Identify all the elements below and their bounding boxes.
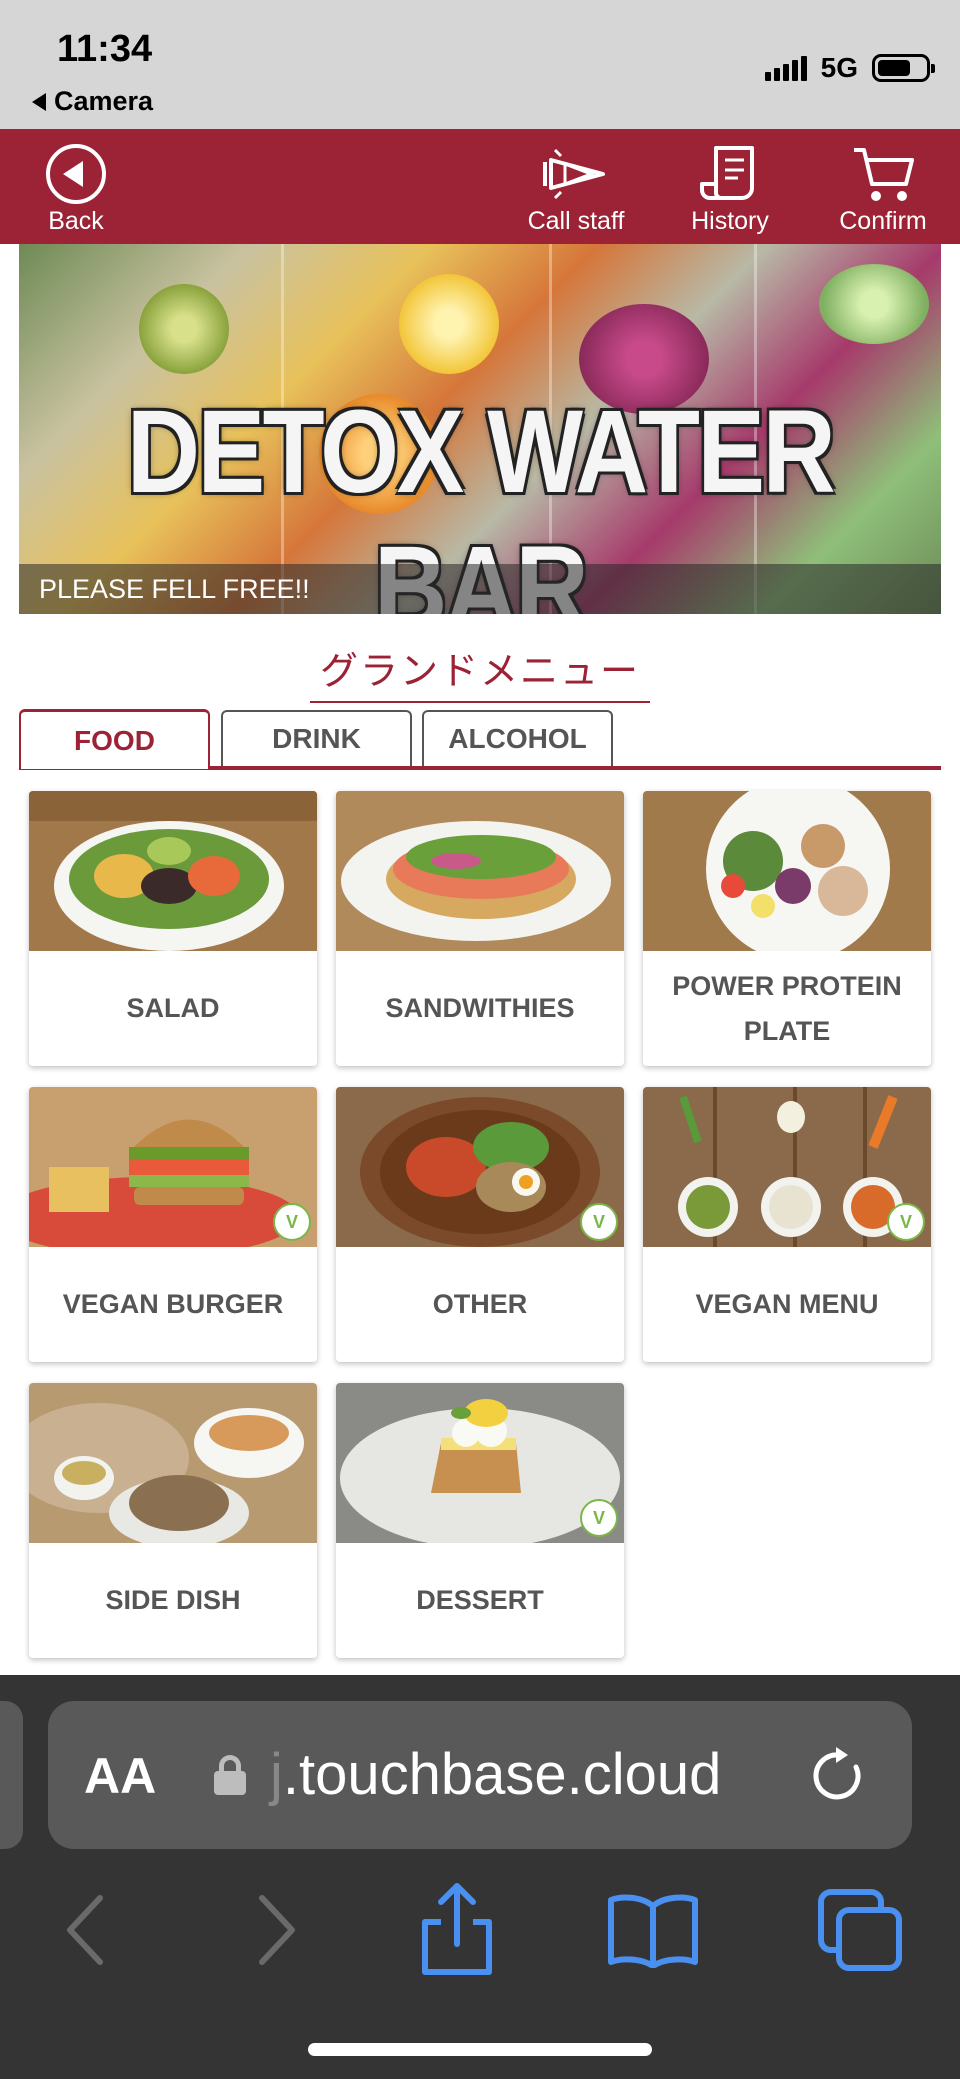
tab-drink[interactable]: DRINK bbox=[221, 710, 412, 766]
tab-alcohol[interactable]: ALCOHOL bbox=[422, 710, 613, 766]
bookmarks-icon[interactable] bbox=[598, 1875, 708, 1985]
menu-item-label: SIDE DISH bbox=[105, 1585, 241, 1615]
detox-water-bar-banner[interactable]: DETOX WATER BAR PLEASE FELL FREE!! bbox=[19, 244, 941, 614]
vegan-badge-icon: V bbox=[273, 1203, 311, 1241]
history-button[interactable]: History bbox=[680, 129, 780, 244]
back-to-app-link[interactable]: Camera bbox=[32, 86, 153, 117]
confirm-label: Confirm bbox=[839, 207, 927, 235]
home-indicator[interactable] bbox=[308, 2043, 652, 2056]
tabs-icon[interactable] bbox=[806, 1875, 916, 1985]
browser-forward-icon[interactable] bbox=[222, 1875, 332, 1985]
share-icon[interactable] bbox=[402, 1875, 512, 1985]
back-button[interactable]: Back bbox=[36, 129, 116, 244]
menu-item-dessert[interactable]: V DESSERT bbox=[336, 1383, 624, 1658]
url-faded-prefix: j bbox=[270, 1742, 283, 1807]
menu-item-label: VEGAN BURGER bbox=[62, 1289, 284, 1319]
vegan-badge-icon: V bbox=[887, 1203, 925, 1241]
browser-toolbar: AA j.touchbase.cloud bbox=[0, 1675, 960, 2079]
menu-item-vegan-menu[interactable]: V VEGAN MENU bbox=[643, 1087, 931, 1362]
browser-back-icon[interactable] bbox=[30, 1875, 140, 1985]
lock-icon bbox=[214, 1755, 246, 1795]
menu-item-other[interactable]: V OTHER bbox=[336, 1087, 624, 1362]
address-bar[interactable]: AA j.touchbase.cloud bbox=[48, 1701, 912, 1849]
signal-icon bbox=[764, 55, 807, 81]
cart-icon bbox=[848, 143, 918, 205]
menu-item-label: POWER PROTEIN PLATE bbox=[672, 970, 902, 1046]
app-header: Back Call staff History Confirm bbox=[0, 129, 960, 244]
vegan-soups-photo: V bbox=[643, 1087, 931, 1247]
previous-tab-peek[interactable] bbox=[0, 1701, 23, 1849]
call-staff-label: Call staff bbox=[527, 207, 625, 235]
menu-item-salad[interactable]: SALAD bbox=[29, 791, 317, 1066]
status-time: 11:34 bbox=[57, 28, 153, 70]
menu-item-sandwithies[interactable]: SANDWITHIES bbox=[336, 791, 624, 1066]
call-staff-icon bbox=[541, 143, 611, 205]
back-triangle-icon bbox=[32, 92, 46, 111]
menu-item-label: DESSERT bbox=[416, 1585, 544, 1615]
history-label: History bbox=[691, 207, 769, 235]
reload-icon[interactable] bbox=[810, 1747, 868, 1805]
url-domain: .touchbase.cloud bbox=[282, 1742, 722, 1807]
menu-item-label: SANDWITHIES bbox=[385, 993, 575, 1023]
menu-item-vegan-burger[interactable]: V VEGAN BURGER bbox=[29, 1087, 317, 1362]
salad-photo bbox=[29, 791, 317, 951]
receipt-icon bbox=[695, 143, 765, 205]
menu-item-label: SALAD bbox=[126, 993, 220, 1023]
grand-menu-title: グランドメニュー bbox=[309, 640, 650, 703]
menu-item-side-dish[interactable]: SIDE DISH bbox=[29, 1383, 317, 1658]
text-size-button[interactable]: AA bbox=[84, 1747, 156, 1805]
url-text: j.touchbase.cloud bbox=[270, 1741, 721, 1808]
menu-item-label: VEGAN MENU bbox=[695, 1289, 879, 1319]
vegan-burger-photo: V bbox=[29, 1087, 317, 1247]
vegan-badge-icon: V bbox=[580, 1203, 618, 1241]
menu-item-label: OTHER bbox=[432, 1289, 528, 1319]
back-app-label: Camera bbox=[54, 86, 154, 116]
menu-item-power-protein-plate[interactable]: POWER PROTEIN PLATE bbox=[643, 791, 931, 1066]
banner-caption: PLEASE FELL FREE!! bbox=[19, 564, 941, 614]
confirm-button[interactable]: Confirm bbox=[833, 129, 933, 244]
dessert-photo: V bbox=[336, 1383, 624, 1543]
protein-plate-photo bbox=[643, 791, 931, 951]
back-circle-icon bbox=[41, 143, 111, 205]
tab-food[interactable]: FOOD bbox=[19, 709, 210, 769]
battery-icon bbox=[872, 54, 935, 82]
other-dish-photo: V bbox=[336, 1087, 624, 1247]
status-bar: 11:34 Camera 5G bbox=[0, 0, 960, 129]
side-dish-photo bbox=[29, 1383, 317, 1543]
network-label: 5G bbox=[820, 52, 858, 83]
status-indicators: 5G bbox=[764, 52, 935, 84]
back-label: Back bbox=[48, 207, 104, 235]
grand-menu-heading: グランドメニュー bbox=[0, 640, 960, 703]
category-tabs: FOOD DRINK ALCOHOL bbox=[19, 709, 941, 770]
browser-nav-row bbox=[0, 1875, 960, 1985]
sandwich-photo bbox=[336, 791, 624, 951]
call-staff-button[interactable]: Call staff bbox=[522, 129, 630, 244]
vegan-badge-icon: V bbox=[580, 1499, 618, 1537]
